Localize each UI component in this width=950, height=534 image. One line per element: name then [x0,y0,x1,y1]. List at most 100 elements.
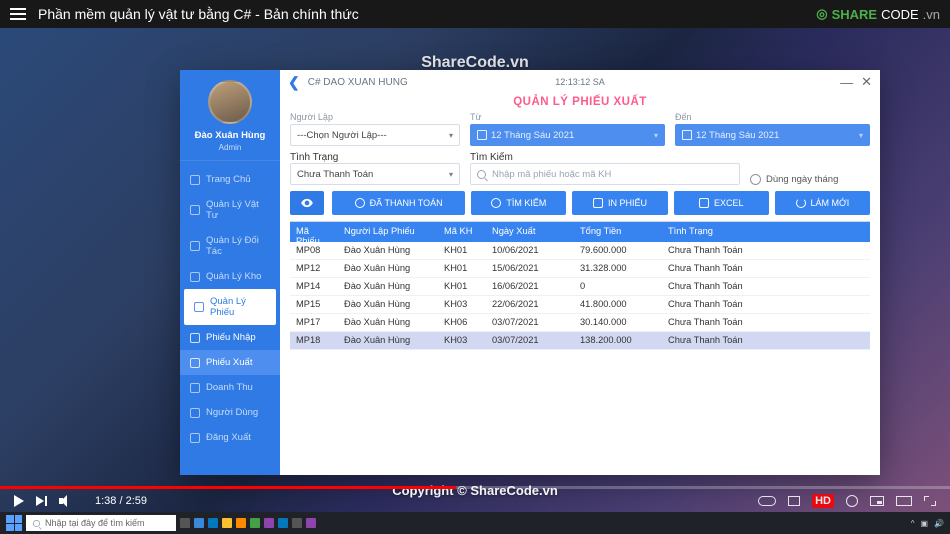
fullscreen-button[interactable] [924,496,936,506]
nguoilap-select[interactable]: ---Chọn Người Lập---▾ [290,124,460,146]
taskbar-icon[interactable] [250,518,260,528]
nav-home[interactable]: Trang Chủ [180,167,280,192]
paid-button[interactable]: ĐÃ THANH TOÁN [332,191,465,215]
taskbar-icon[interactable] [292,518,302,528]
table-row[interactable]: MP14Đào Xuân HùngKH0116/06/20210Chưa Tha… [290,278,870,296]
nav-vattu[interactable]: Quản Lý Vật Tư [180,192,280,228]
nav-nguoidung[interactable]: Người Dùng [180,400,280,425]
cell-kh: KH06 [438,314,486,331]
avatar[interactable] [208,80,252,124]
nav-dangxuat[interactable]: Đăng Xuất [180,425,280,450]
taskbar-icon[interactable] [194,518,204,528]
view-button[interactable] [290,191,324,215]
user-icon [190,408,200,418]
chevron-down-icon: ▾ [859,131,863,140]
hamburger-icon[interactable] [10,7,26,21]
user-role: Admin [188,143,272,152]
next-button[interactable] [36,496,47,506]
tinhtrang-select[interactable]: Chưa Thanh Toán▾ [290,163,460,185]
settings-button[interactable] [846,495,858,507]
taskbar-icon[interactable] [208,518,218,528]
sharecode-logo[interactable]: ◎ SHARECODE.vn [816,6,940,22]
nav-phieu[interactable]: Quản Lý Phiếu [184,289,276,325]
print-button[interactable]: IN PHIẾU [572,191,667,215]
autoplay-toggle[interactable] [758,496,776,506]
cell-kh: KH01 [438,278,486,295]
table-row[interactable]: MP08Đào Xuân HùngKH0110/06/202179.600.00… [290,242,870,260]
cell-date: 03/07/2021 [486,332,574,349]
miniplayer-button[interactable] [870,496,884,506]
chart-icon [190,383,200,393]
table-header: Mã Phiếu Người Lập Phiếu Mã KH Ngày Xuất… [290,222,870,242]
system-tray[interactable]: ^ ▣ 🔊 [911,519,944,528]
windows-taskbar: Nhập tại đây để tìm kiếm ^ ▣ 🔊 [0,512,950,534]
table-row[interactable]: MP18Đào Xuân HùngKH0303/07/2021138.200.0… [290,332,870,350]
excel-button[interactable]: EXCEL [674,191,769,215]
tray-icon[interactable]: ▣ [920,519,928,528]
taskbar-icon[interactable] [222,518,232,528]
cell-kh: KH01 [438,260,486,277]
filter-row-2: Tình Trạng Chưa Thanh Toán▾ Tìm Kiếm Nhậ… [280,146,880,191]
captions-button[interactable] [788,496,800,506]
taskbar-icon[interactable] [306,518,316,528]
logout-icon [190,433,200,443]
window-title: C# DAO XUAN HUNG [308,77,408,88]
date-from[interactable]: 12 Tháng Sáu 2021▾ [470,124,665,146]
table-row[interactable]: MP12Đào Xuân HùngKH0115/06/202131.328.00… [290,260,870,278]
export-icon [190,358,200,368]
date-to[interactable]: 12 Tháng Sáu 2021▾ [675,124,870,146]
search-button[interactable]: TÌM KIẾM [471,191,566,215]
magnifier-icon [491,198,501,208]
play-button[interactable] [14,495,24,507]
use-date-checkbox[interactable]: Dùng ngày tháng [750,174,870,185]
cell-id: MP15 [290,296,338,313]
taskbar-icon[interactable] [236,518,246,528]
nav: Trang Chủ Quản Lý Vật Tư Quản Lý Đối Tác… [180,161,280,450]
cell-id: MP14 [290,278,338,295]
volume-button[interactable] [59,495,73,507]
app-window: Đào Xuân Hùng Admin Trang Chủ Quản Lý Vậ… [180,70,880,475]
start-button[interactable] [6,515,22,531]
warehouse-icon [190,272,200,282]
cell-id: MP08 [290,242,338,259]
box-icon [190,205,200,215]
theater-button[interactable] [896,496,912,506]
den-label: Đến [675,112,870,122]
nav-kho[interactable]: Quản Lý Kho [180,264,280,289]
minimize-button[interactable]: — [840,75,853,90]
search-label: Tìm Kiếm [470,152,513,163]
cell-date: 10/06/2021 [486,242,574,259]
nav-doitac[interactable]: Quản Lý Đối Tác [180,228,280,264]
taskbar-icon[interactable] [278,518,288,528]
chevron-down-icon: ▾ [449,131,453,140]
clock: 12:13:12 SA [555,77,605,87]
check-icon [355,198,365,208]
refresh-button[interactable]: LÀM MỚI [775,191,870,215]
excel-icon [699,198,709,208]
cell-status: Chưa Thanh Toán [662,332,870,349]
table-row[interactable]: MP17Đào Xuân HùngKH0603/07/202130.140.00… [290,314,870,332]
play-icon [14,495,24,507]
user-name: Đào Xuân Hùng [188,130,272,141]
search-input[interactable]: Nhập mã phiếu hoặc mã KH [470,163,740,185]
tinhtrang-label: Tình Trạng [290,152,338,163]
cell-id: MP12 [290,260,338,277]
cell-name: Đào Xuân Hùng [338,260,438,277]
nav-phieunhap[interactable]: Phiếu Nhập [180,325,280,350]
taskbar-search[interactable]: Nhập tại đây để tìm kiếm [26,515,176,531]
taskbar-icon[interactable] [264,518,274,528]
printer-icon [593,198,603,208]
nav-phieuxuat[interactable]: Phiếu Xuất [180,350,280,375]
nav-doanhthu[interactable]: Doanh Thu [180,375,280,400]
cell-amount: 0 [574,278,662,295]
close-button[interactable]: ✕ [861,74,872,90]
taskbar-icon[interactable] [180,518,190,528]
tray-icon[interactable]: ^ [911,519,915,528]
tray-icon[interactable]: 🔊 [934,519,944,528]
volume-icon [59,495,73,507]
cell-amount: 31.328.000 [574,260,662,277]
table-row[interactable]: MP15Đào Xuân HùngKH0322/06/202141.800.00… [290,296,870,314]
video-header: Phần mềm quản lý vật tư bằng C# - Bản ch… [0,0,950,28]
back-icon[interactable]: ❮ [288,74,300,91]
chevron-down-icon: ▾ [449,170,453,179]
